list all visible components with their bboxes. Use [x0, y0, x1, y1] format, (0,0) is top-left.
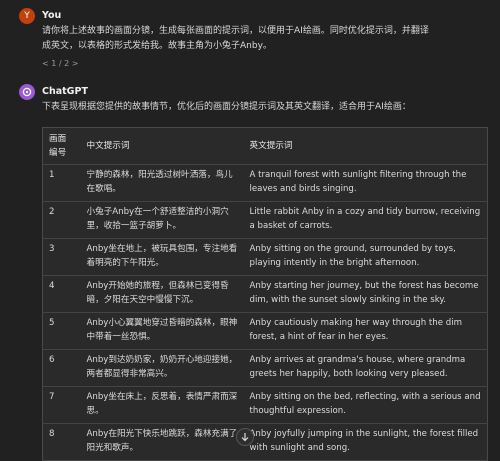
- user-avatar-letter: Y: [24, 11, 30, 21]
- table-row: 5 Anby小心翼翼地穿过昏暗的森林，眼神中带着一丝恐惧。 Anby cautiou…: [42, 312, 488, 350]
- frame-number-cell: 8: [42, 423, 81, 461]
- header-frame-number: 画面编号: [42, 127, 81, 165]
- english-prompt-cell: Little rabbit Anby in a cozy and tidy bu…: [243, 201, 488, 239]
- english-prompt-cell: Anby starting her journey, but the fores…: [243, 275, 488, 313]
- message-pager[interactable]: < 1 / 2 >: [42, 59, 78, 68]
- chinese-prompt-cell: 小兔子Anby在一个舒适整洁的小洞穴里，收拾一篮子胡萝卜。: [80, 201, 244, 239]
- chinese-prompt-cell: Anby小心翼翼地穿过昏暗的森林，眼神中带着一丝恐惧。: [80, 312, 244, 350]
- frame-number-cell: 3: [42, 238, 81, 276]
- english-prompt-cell: Anby sitting on the bed, reflecting, wit…: [243, 386, 488, 424]
- frame-number-cell: 5: [42, 312, 81, 350]
- assistant-avatar: [19, 84, 35, 100]
- openai-logo-icon: [22, 87, 32, 97]
- english-prompt-cell: Anby joyfully jumping in the sunlight, t…: [243, 423, 488, 461]
- chinese-prompt-cell: Anby开始她的旅程，但森林已变得昏暗，夕阳在天空中慢慢下沉。: [80, 275, 244, 313]
- chinese-prompt-cell: Anby坐在地上，被玩具包围，专注地看着明亮的下午阳光。: [80, 238, 244, 276]
- user-avatar: Y: [19, 8, 35, 24]
- chinese-prompt-cell: 宁静的森林，阳光透过树叶洒落，鸟儿在歌唱。: [80, 164, 244, 202]
- frame-number-cell: 6: [42, 349, 81, 387]
- assistant-intro: 下表呈现根据您提供的故事情节，优化后的画面分镜提示词及其英文翻译，适合用于AI绘…: [42, 102, 411, 112]
- frame-number-cell: 4: [42, 275, 81, 313]
- scroll-to-bottom-button[interactable]: [236, 428, 254, 446]
- english-prompt-cell: Anby arrives at grandma's house, where g…: [243, 349, 488, 387]
- chinese-prompt-cell: Anby坐在床上，反思着，表情严肃而深思。: [80, 386, 244, 424]
- user-message-text: 请你将上述故事的画面分镜，生成每张画面的提示词，以便用于AI绘画。同时优化提示词…: [42, 24, 497, 54]
- chinese-prompt-cell: Anby在阳光下快乐地跳跃，森林充满了阳光和歌声。: [80, 423, 244, 461]
- frame-number-cell: 1: [42, 164, 81, 202]
- table-row: 3 Anby坐在地上，被玩具包围，专注地看着明亮的下午阳光。 Anby sittin…: [42, 238, 488, 276]
- table-row: 6 Anby到达奶奶家，奶奶开心地迎接她，两者都显得非常高兴。 Anby arriv…: [42, 349, 488, 387]
- table-row: 1 宁静的森林，阳光透过树叶洒落，鸟儿在歌唱。 A tranquil forest …: [42, 164, 488, 202]
- frame-number-cell: 2: [42, 201, 81, 239]
- user-message-line: 请你将上述故事的画面分镜，生成每张画面的提示词，以便用于AI绘画。同时优化提示词…: [42, 26, 429, 36]
- table-header-row: 画面编号 中文提示词 英文提示词: [42, 127, 488, 165]
- header-chinese-prompt: 中文提示词: [80, 127, 244, 165]
- english-prompt-cell: Anby cautiously making her way through t…: [243, 312, 488, 350]
- arrow-down-icon: [241, 432, 249, 441]
- assistant-name: ChatGPT: [42, 86, 88, 97]
- english-prompt-cell: Anby sitting on the ground, surrounded b…: [243, 238, 488, 276]
- table-row: 8 Anby在阳光下快乐地跳跃，森林充满了阳光和歌声。 Anby joyfully …: [42, 423, 488, 461]
- chinese-prompt-cell: Anby到达奶奶家，奶奶开心地迎接她，两者都显得非常高兴。: [80, 349, 244, 387]
- table-row: 2 小兔子Anby在一个舒适整洁的小洞穴里，收拾一篮子胡萝卜。 Little rab…: [42, 201, 488, 239]
- frame-number-cell: 7: [42, 386, 81, 424]
- table-row: 4 Anby开始她的旅程，但森林已变得昏暗，夕阳在天空中慢慢下沉。 Anby sta…: [42, 275, 488, 313]
- header-english-prompt: 英文提示词: [243, 127, 488, 165]
- prompt-table: 画面编号 中文提示词 英文提示词 1 宁静的森林，阳光透过树叶洒落，鸟儿在歌唱。 A…: [42, 127, 488, 461]
- table-row: 7 Anby坐在床上，反思着，表情严肃而深思。 Anby sitting on th…: [42, 386, 488, 424]
- user-message-line: 成英文，以表格的形式发给我。故事主角为小兔子Anby。: [42, 41, 272, 51]
- user-name: You: [42, 10, 62, 21]
- english-prompt-cell: A tranquil forest with sunlight filterin…: [243, 164, 488, 202]
